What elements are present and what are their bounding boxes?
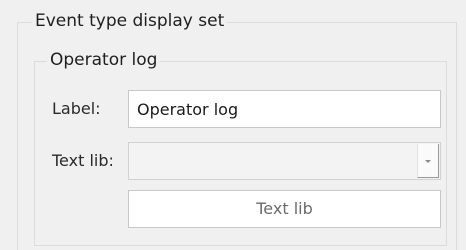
text-lib-caption: Text lib: xyxy=(52,151,114,170)
text-lib-combobox[interactable] xyxy=(128,142,441,180)
operator-log-title: Operator log xyxy=(47,50,161,70)
text-lib-dropdown-button[interactable] xyxy=(417,144,439,178)
label-caption: Label: xyxy=(52,99,101,118)
event-type-display-set-title: Event type display set xyxy=(32,11,228,31)
text-lib-button[interactable]: Text lib xyxy=(128,190,441,228)
label-input[interactable] xyxy=(128,90,441,128)
chevron-down-icon xyxy=(425,160,431,163)
